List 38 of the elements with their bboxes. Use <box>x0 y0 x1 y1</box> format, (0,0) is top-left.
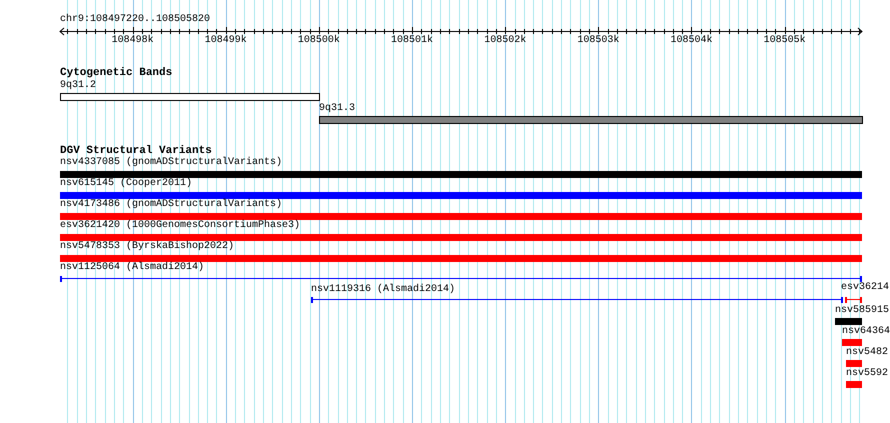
track-title: Cytogenetic Bands <box>60 67 172 80</box>
tick-label: 108500k <box>298 35 340 47</box>
variant-label: nsv4173486 (gnomADStructuralVariants) <box>60 199 282 211</box>
variant-bar[interactable] <box>60 234 862 241</box>
variant-bar[interactable] <box>846 381 862 388</box>
variant-label: nsv5478353 (ByrskaBishop2022) <box>60 241 234 253</box>
band-label: 9q31.3 <box>319 103 356 115</box>
variant-bar[interactable] <box>60 255 862 262</box>
variant-bar[interactable] <box>60 213 862 220</box>
variant-label: nsv4337085 (gnomADStructuralVariants) <box>60 157 282 169</box>
variant-label: nsv615145 (Cooper2011) <box>60 178 192 190</box>
variant-label: esv3621420 (1000GenomesConsortiumPhase3) <box>60 220 300 232</box>
variant-bar[interactable] <box>842 339 862 346</box>
variant-label: nsv5482 <box>846 347 888 359</box>
variant-bar[interactable] <box>846 360 862 367</box>
variant-bar[interactable] <box>60 171 862 178</box>
variant-line[interactable] <box>60 276 862 282</box>
tick-label: 108501k <box>391 35 434 47</box>
tick-label: 108498k <box>112 35 154 47</box>
variant-label: nsv1119316 (Alsmadi2014) <box>311 284 456 296</box>
variant-bar[interactable] <box>60 192 862 199</box>
variant-label: nsv585915 <box>835 305 890 317</box>
tick-label: 108499k <box>204 35 247 47</box>
variant-line[interactable] <box>311 297 843 303</box>
variant-bar[interactable] <box>835 318 862 325</box>
variant-label: nsv5592 <box>846 368 888 380</box>
track-title: DGV Structural Variants <box>60 145 212 157</box>
tick-label: 108504k <box>670 35 712 47</box>
tick-label: 108505k <box>764 35 806 47</box>
location-label: chr9:108497220..108505820 <box>60 14 210 26</box>
tick-label: 108503k <box>577 35 620 47</box>
band-label: 9q31.2 <box>60 80 96 92</box>
variant-label: nsv1125064 (Alsmadi2014) <box>60 262 204 274</box>
tick-label: 108502k <box>484 35 526 47</box>
variant-label: nsv64364 <box>842 326 890 338</box>
variant-line[interactable] <box>845 297 862 303</box>
variant-label: esv36214 <box>841 282 890 294</box>
band-bar[interactable] <box>60 93 320 101</box>
